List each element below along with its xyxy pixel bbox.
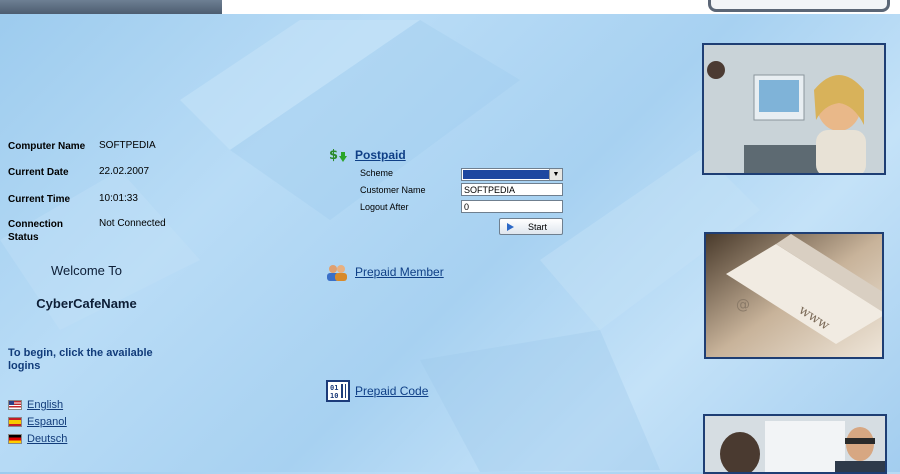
top-bar-frame <box>708 0 890 12</box>
computer-name-value: SOFTPEDIA <box>99 140 156 151</box>
computer-name-label: Computer Name <box>8 141 86 152</box>
svg-text:@: @ <box>736 297 750 313</box>
welcome-heading: Welcome To <box>50 263 123 278</box>
language-espanol[interactable]: Espanol <box>8 415 67 429</box>
photo-www-card: www @ <box>704 232 884 359</box>
svg-text:10: 10 <box>330 392 338 400</box>
begin-instruction: To begin, click the available logins <box>8 347 153 372</box>
prepaid-member-link[interactable]: Prepaid Member <box>355 265 444 279</box>
photo-woman-at-computer <box>702 43 886 175</box>
current-date-value: 22.02.2007 <box>99 166 150 177</box>
customer-name-field[interactable] <box>461 183 563 196</box>
germany-flag-icon <box>8 434 22 444</box>
barcode-icon: 01 10 <box>326 380 350 402</box>
us-flag-icon <box>8 400 22 410</box>
users-icon <box>327 265 347 281</box>
language-deutsch-label: Deutsch <box>27 433 68 445</box>
computer-info-panel: Computer Name SOFTPEDIA Current Date 22.… <box>8 0 208 260</box>
start-button-label: Start <box>528 221 548 232</box>
play-icon <box>507 222 514 231</box>
people-computers-illustration <box>705 416 885 472</box>
current-time-label: Current Time <box>8 194 71 205</box>
current-time-value: 10:01:33 <box>99 193 138 204</box>
customer-name-label: Customer Name <box>360 185 426 195</box>
logout-after-label: Logout After <box>360 202 409 212</box>
svg-text:$: $ <box>329 148 338 163</box>
prepaid-code-link[interactable]: Prepaid Code <box>355 384 428 398</box>
start-button[interactable]: Start <box>499 218 563 235</box>
chevron-down-icon[interactable]: ▼ <box>549 169 562 180</box>
connection-status-value: Not Connected <box>99 218 166 229</box>
cafe-name: CyberCafeName <box>36 296 137 311</box>
language-english-label: English <box>27 399 64 411</box>
language-deutsch[interactable]: Deutsch <box>8 432 67 446</box>
spain-flag-icon <box>8 417 22 427</box>
scheme-selected-value <box>463 170 549 179</box>
scheme-select[interactable]: ▼ <box>461 168 563 181</box>
www-card-illustration: www @ <box>706 234 882 357</box>
current-date-label: Current Date <box>8 167 69 178</box>
language-espanol-label: Espanol <box>27 416 67 428</box>
woman-computer-illustration <box>704 45 884 173</box>
photo-people-at-computers <box>703 414 887 474</box>
svg-text:01: 01 <box>330 384 338 392</box>
language-english[interactable]: English <box>8 398 63 412</box>
money-arrow-icon: $ <box>329 148 347 163</box>
postpaid-link[interactable]: Postpaid <box>355 148 406 162</box>
connection-status-label: Connection Status <box>8 219 63 243</box>
logout-after-field[interactable] <box>461 200 563 213</box>
scheme-label: Scheme <box>360 168 394 178</box>
